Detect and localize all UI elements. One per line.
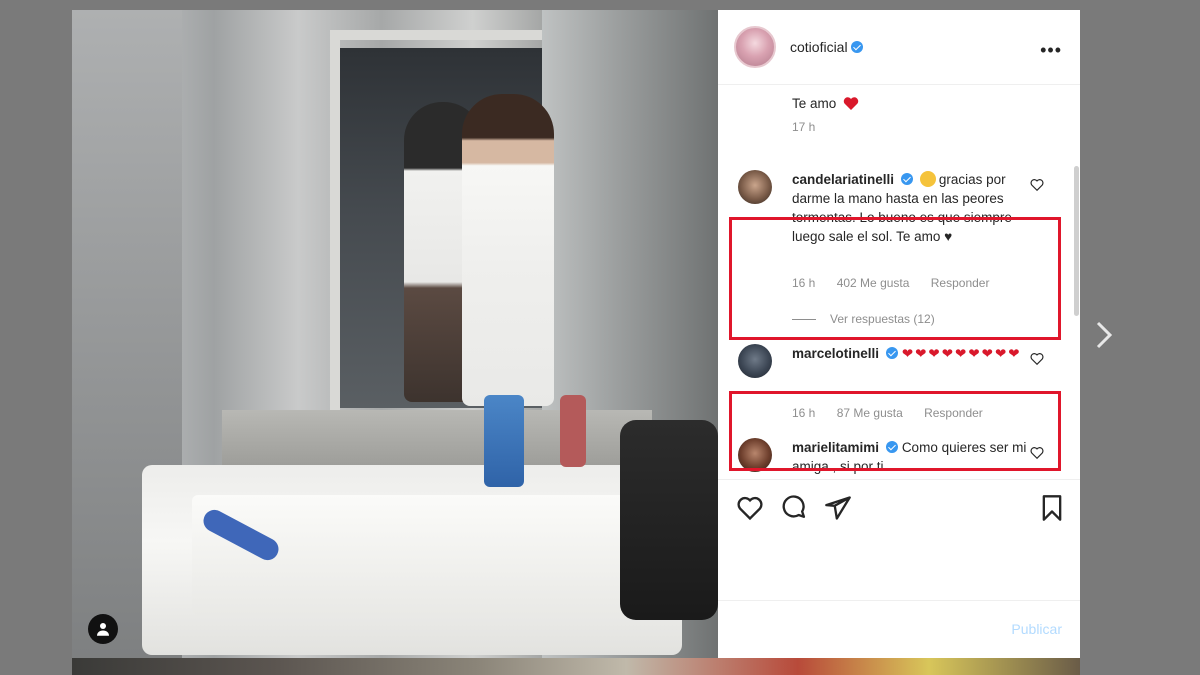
post-account-name[interactable]: cotioficial xyxy=(790,39,848,55)
verified-icon xyxy=(901,173,914,185)
comment-text: ❤❤❤❤❤❤❤❤❤ xyxy=(901,346,1022,361)
comment-text: Te amo xyxy=(792,94,859,113)
comment-username[interactable]: marcelotinelli xyxy=(792,346,879,361)
avatar[interactable] xyxy=(738,344,772,378)
more-icon[interactable]: ••• xyxy=(1040,40,1062,61)
background-feed-strip xyxy=(72,658,1080,675)
share-icon[interactable] xyxy=(824,494,852,522)
highlight-box xyxy=(729,391,1061,471)
list-item: marcelotinelli ❤❤❤❤❤❤❤❤❤ xyxy=(792,344,1032,363)
photo-person-right xyxy=(462,94,554,406)
comment-username[interactable]: candelariatinelli xyxy=(792,172,894,187)
bookmark-icon[interactable] xyxy=(1038,494,1066,522)
user-tag-icon[interactable] xyxy=(88,614,118,644)
post-photo[interactable] xyxy=(72,10,718,658)
next-arrow-icon[interactable] xyxy=(1092,320,1116,350)
comment-icon[interactable] xyxy=(780,494,808,522)
heart-icon xyxy=(843,97,859,110)
publish-button[interactable]: Publicar xyxy=(1011,621,1062,637)
heart-icon[interactable] xyxy=(736,494,764,522)
post-side-panel: cotioficial ••• Te amo 17 h candelariati… xyxy=(718,10,1080,658)
comment-list[interactable]: Te amo 17 h candelariatinelli gracias po… xyxy=(718,86,1080,478)
avatar[interactable] xyxy=(734,26,776,68)
post-header: cotioficial ••• xyxy=(718,10,1080,85)
highlight-box xyxy=(729,217,1061,340)
action-bar xyxy=(718,479,1080,539)
sad-face-emoji-icon xyxy=(919,171,936,187)
comment-time: 17 h xyxy=(792,120,816,134)
heart-icon[interactable] xyxy=(1030,352,1044,366)
avatar[interactable] xyxy=(738,170,772,204)
verified-icon xyxy=(886,347,899,359)
comment-composer[interactable]: Publicar xyxy=(718,600,1080,658)
verified-icon xyxy=(850,41,863,53)
heart-icon[interactable] xyxy=(1030,178,1044,192)
scrollbar[interactable] xyxy=(1074,166,1079,316)
